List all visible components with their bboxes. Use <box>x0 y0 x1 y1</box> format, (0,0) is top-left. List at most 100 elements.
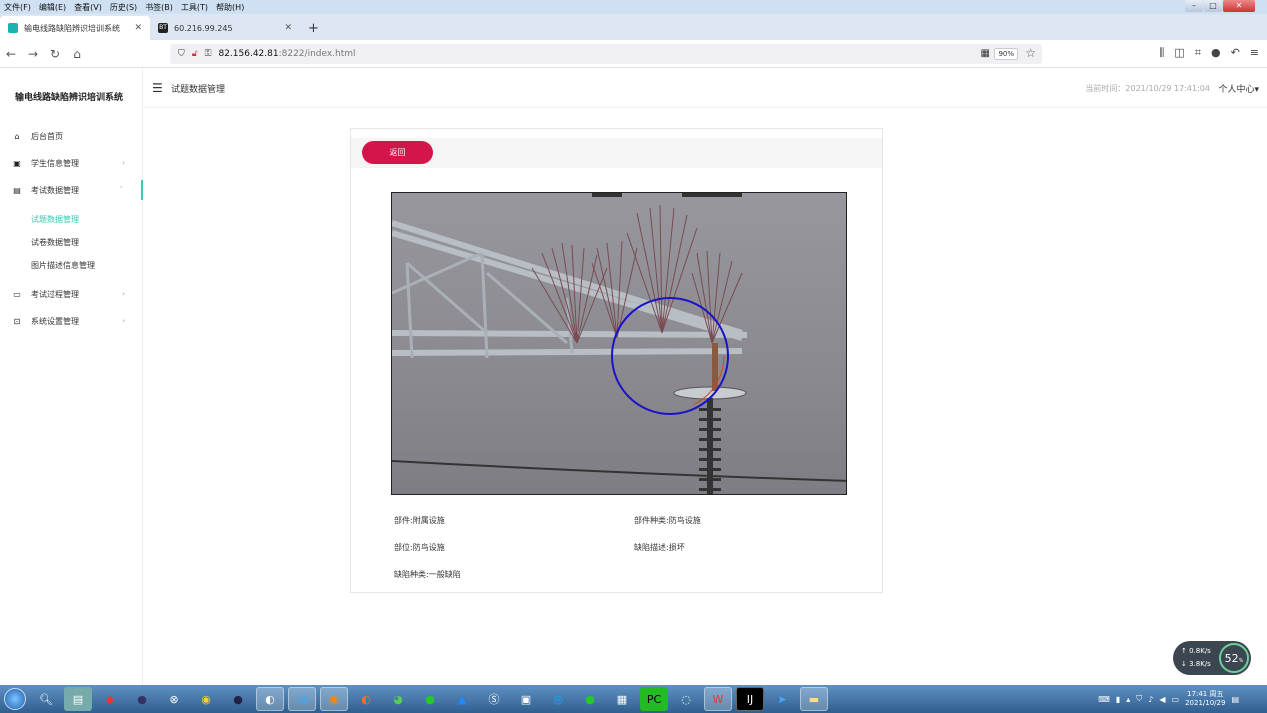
tray-volume-icon[interactable]: ◀︎ <box>1159 695 1165 704</box>
app-red-icon[interactable]: ◆ <box>96 687 124 711</box>
sidebar-item-exam-process[interactable]: ▭ 考试过程管理 › <box>0 284 143 304</box>
undo-icon[interactable]: ↶ <box>1231 46 1240 60</box>
back-button[interactable]: 返回 <box>362 141 433 164</box>
tray-battery-icon[interactable]: ▮ <box>1116 695 1120 704</box>
sidebar-item-label: 系统设置管理 <box>31 316 79 326</box>
reload-icon[interactable]: ↻ <box>44 47 66 61</box>
forward-icon[interactable]: → <box>22 47 44 61</box>
firefox-icon[interactable]: ◉ <box>320 687 348 711</box>
tab-inactive[interactable]: BT 60.216.99.245 ✕ <box>150 16 300 40</box>
search-icon[interactable]: 🔍︎ <box>32 687 60 711</box>
app-orange-icon[interactable]: ◐ <box>352 687 380 711</box>
eclipse-icon[interactable]: ● <box>128 687 156 711</box>
tray-network-icon[interactable]: ▭ <box>1172 695 1180 704</box>
menu-help[interactable]: 帮助(H) <box>212 2 248 13</box>
sidebar-item-label: 考试数据管理 <box>31 185 79 195</box>
sidebar-item-exam-data[interactable]: ▤ 考试数据管理 ˇ <box>0 180 143 200</box>
question-detail-card: 返回 部件:附属设施 部件种类:防鸟设施 部位:防鸟设施 缺陷描述:损坏 缺陷种… <box>350 128 883 593</box>
menu-history[interactable]: 历史(S) <box>106 2 141 13</box>
menu-edit[interactable]: 编辑(E) <box>35 2 70 13</box>
wechat-icon[interactable]: ● <box>416 687 444 711</box>
screenshot-icon[interactable]: ⌗ <box>1195 46 1201 60</box>
wps-icon[interactable]: W <box>704 687 732 711</box>
sidebar-item-students[interactable]: ▣ 学生信息管理 › <box>0 153 143 173</box>
app-bird-icon[interactable]: ➤ <box>768 687 796 711</box>
bookmark-star-icon[interactable]: ☆ <box>1025 46 1036 60</box>
chrome-icon[interactable]: ◉ <box>192 687 220 711</box>
wechat-2-icon[interactable]: ● <box>576 687 604 711</box>
field-component: 部件:附属设施 <box>394 516 445 525</box>
notification-icon[interactable]: ▤ <box>1231 695 1239 704</box>
upload-speed-value: 0.8K/s <box>1189 647 1211 655</box>
field-component-type: 部件种类:防鸟设施 <box>634 516 701 525</box>
maximize-icon[interactable]: □ <box>1204 0 1222 12</box>
bt-favicon-icon: BT <box>158 23 168 33</box>
sidebar-item-label: 后台首页 <box>31 131 63 141</box>
window-controls: – □ ✕ <box>1185 0 1255 12</box>
memory-percent-value: 52 <box>1224 652 1239 665</box>
tray-bell-icon[interactable]: ♪ <box>1148 695 1153 704</box>
tab-active[interactable]: 输电线路缺陷辨识培训系统 ✕ <box>0 16 150 40</box>
close-tab-icon[interactable]: ✕ <box>134 23 142 33</box>
app-green-icon[interactable]: ◕ <box>384 687 412 711</box>
hamburger-menu-icon[interactable]: ≡ <box>1250 46 1259 60</box>
sidebar-item-settings[interactable]: ⊡ 系统设置管理 › <box>0 311 143 331</box>
clock-date: 2021/10/29 <box>1185 699 1226 707</box>
qr-code-icon[interactable]: ▦ <box>981 48 990 59</box>
chat-icon[interactable]: ● <box>1211 46 1221 60</box>
intellij-icon[interactable]: IJ <box>736 687 764 711</box>
home-icon: ⌂ <box>14 131 20 141</box>
baidu-netdisk-icon[interactable]: ⊗ <box>160 687 188 711</box>
vscode-icon[interactable]: ⋊ <box>288 687 316 711</box>
network-speed-widget[interactable]: ↑ 0.8K/s ↓ 3.8K/s 52% <box>1173 641 1251 675</box>
navigation-bar: ← → ↻ ⌂ ⛉ 🔓︎ ⚿ 82.156.42.81:8222/index.h… <box>0 40 1267 68</box>
shield-icon: ⛉ <box>178 49 185 59</box>
eclipse-2-icon[interactable]: ● <box>224 687 252 711</box>
minimize-icon[interactable]: – <box>1185 0 1203 12</box>
chat-bubble-icon[interactable]: ◌ <box>672 687 700 711</box>
tray-expand-icon[interactable]: ▴ <box>1126 695 1130 704</box>
pycharm-icon[interactable]: PC <box>640 687 668 711</box>
menu-file[interactable]: 文件(F) <box>0 2 35 13</box>
monitor-icon: ▭ <box>13 289 21 299</box>
app-circle-icon[interactable]: ◎ <box>544 687 572 711</box>
taskbar-clock[interactable]: 17:41 周五 2021/10/29 <box>1185 690 1225 708</box>
tray-shield-icon[interactable]: ⛉ <box>1136 694 1142 704</box>
app-title: 输电线路缺陷辨识培训系统 <box>15 93 124 103</box>
app-tiles-icon[interactable]: ▦ <box>608 687 636 711</box>
menu-view[interactable]: 查看(V) <box>70 2 106 13</box>
collapse-menu-icon[interactable]: ☰ <box>152 81 163 95</box>
tray-keyboard-icon[interactable]: ⌨ <box>1098 695 1110 704</box>
sidebar-subitem-papers[interactable]: 试卷数据管理 <box>31 237 79 248</box>
library-icon[interactable]: ⫼ <box>1159 46 1164 60</box>
app-blue-icon[interactable]: ▲ <box>448 687 476 711</box>
app-window-icon[interactable]: ▣ <box>512 687 540 711</box>
new-tab-icon[interactable]: + <box>300 21 327 40</box>
close-window-icon[interactable]: ✕ <box>1223 0 1255 12</box>
field-defect-description: 缺陷描述:损坏 <box>634 543 685 552</box>
url-bar[interactable]: ⛉ 🔓︎ ⚿ 82.156.42.81:8222/index.html ▦ 90… <box>170 44 1042 64</box>
question-image <box>391 192 847 495</box>
back-icon[interactable]: ← <box>0 47 22 61</box>
windows-logo-icon <box>4 688 26 710</box>
close-tab-icon[interactable]: ✕ <box>284 23 292 33</box>
sidebar-subitem-questions[interactable]: 试题数据管理 <box>31 214 79 225</box>
sidebar-icon[interactable]: ◫ <box>1174 46 1184 60</box>
chevron-right-icon: › <box>122 290 125 298</box>
explorer-icon[interactable]: ▤ <box>64 687 92 711</box>
menu-tools[interactable]: 工具(T) <box>177 2 212 13</box>
sidebar-subitem-image-desc[interactable]: 图片描述信息管理 <box>31 260 95 271</box>
home-icon[interactable]: ⌂ <box>66 47 88 61</box>
folder-icon[interactable]: ▬ <box>800 687 828 711</box>
toolbar-right: ⫼ ◫ ⌗ ● ↶ ≡ <box>1159 46 1259 60</box>
document-icon: ▤ <box>13 185 21 195</box>
start-button[interactable] <box>0 686 30 712</box>
zoom-level[interactable]: 90% <box>994 48 1018 60</box>
qq-browser-icon[interactable]: ◐ <box>256 687 284 711</box>
menu-bookmarks[interactable]: 书签(B) <box>141 2 177 13</box>
sogou-icon[interactable]: Ⓢ <box>480 687 508 711</box>
memory-percent: 52% <box>1219 643 1249 673</box>
user-center-menu[interactable]: 个人中心▾ <box>1218 82 1259 95</box>
sidebar-item-home[interactable]: ⌂ 后台首页 <box>0 126 143 146</box>
browser-menu-bar: 文件(F) 编辑(E) 查看(V) 历史(S) 书签(B) 工具(T) 帮助(H… <box>0 0 1267 14</box>
